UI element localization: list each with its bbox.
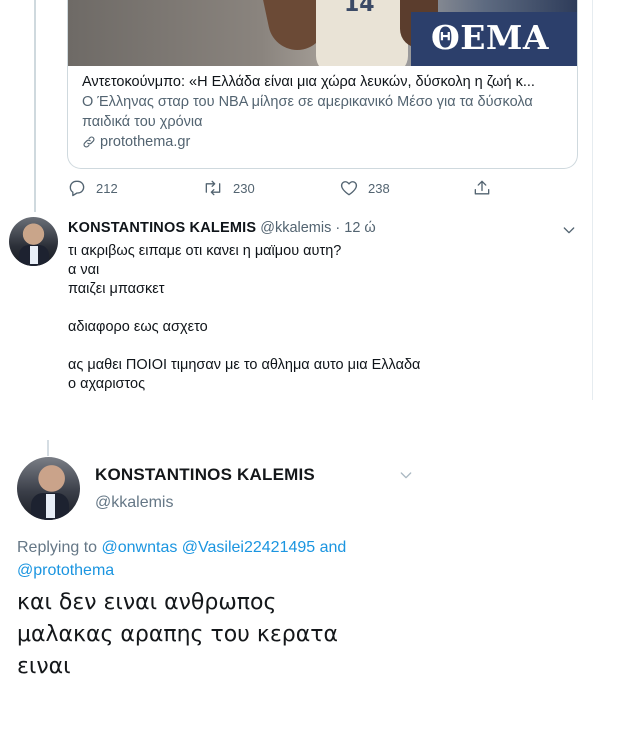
tweet-line: μαλακας αραπης του κερατα: [17, 622, 338, 647]
timeline-border: [592, 0, 593, 400]
more-menu-button[interactable]: [398, 467, 414, 488]
mention-link[interactable]: @protothema: [17, 562, 114, 579]
replying-to: Replying to @onwntas @Vasilei22421495 an…: [17, 536, 417, 582]
tweet-line: τι ακριβως ειπαμε οτι κανει η μαϊμου αυτ…: [68, 243, 342, 259]
avatar[interactable]: [9, 217, 58, 266]
retweet-button[interactable]: 230: [202, 178, 255, 198]
more-menu-button[interactable]: [561, 222, 577, 243]
thread-line: [47, 440, 49, 456]
mention-link[interactable]: @Vasilei22421495: [182, 539, 315, 556]
tweet-header: KONSTANTINOS KALEMIS @kkalemis · 12 ώ: [68, 220, 376, 236]
share-icon: [474, 180, 490, 195]
card-text[interactable]: Αντετοκούνμπο: «Η Ελλάδα είναι μια χώρα …: [82, 72, 566, 152]
replying-prefix: Replying to: [17, 539, 102, 556]
tweet-line: αδιαφορο εως ασχετο: [68, 319, 208, 335]
like-button[interactable]: 238: [339, 178, 390, 198]
display-name[interactable]: KONSTANTINOS KALEMIS: [68, 220, 256, 236]
source-logo: ΘΕΜΑ: [411, 12, 577, 66]
tweet-line: παιζει μπασκετ: [68, 281, 165, 297]
mobile-tweet-section: KONSTANTINOS KALEMIS @kkalemis Replying …: [0, 400, 631, 755]
tweet-actions: 212 230 238: [67, 178, 507, 200]
card-image[interactable]: 14 ΘΕΜΑ: [68, 0, 577, 66]
retweet-icon: [205, 180, 221, 196]
link-preview-card[interactable]: 14 ΘΕΜΑ Αντετοκούνμπο: «Η Ελλάδα είναι μ…: [67, 0, 578, 169]
player-jersey: 14: [316, 0, 408, 66]
chevron-down-icon: [563, 227, 575, 234]
source-logo-text: ΘΕΜΑ: [431, 18, 550, 57]
card-domain: protothema.gr: [100, 134, 191, 150]
like-icon: [340, 181, 358, 196]
tweet-line: ειναι: [17, 654, 71, 679]
avatar-shirt: [30, 246, 38, 264]
display-name[interactable]: KONSTANTINOS KALEMIS: [95, 465, 315, 485]
like-count: 238: [368, 180, 390, 196]
and-word: and: [315, 539, 347, 556]
card-title[interactable]: Αντετοκούνμπο: «Η Ελλάδα είναι μια χώρα …: [82, 72, 562, 92]
jersey-number: 14: [344, 0, 375, 17]
mention-link[interactable]: @onwntas: [102, 539, 178, 556]
link-icon: [83, 136, 95, 148]
meta-separator: ·: [335, 220, 341, 236]
tweet-line: α ναι: [68, 262, 100, 278]
avatar[interactable]: [17, 457, 80, 520]
timestamp[interactable]: 12 ώ: [344, 220, 375, 236]
avatar-shirt: [46, 494, 55, 518]
tweet-line: ο αχαριστος: [68, 376, 146, 392]
tweet-text: και δεν ειναι ανθρωπος μαλακας αραπης το…: [17, 587, 338, 683]
chevron-down-icon: [400, 472, 412, 479]
thread-line: [34, 0, 36, 212]
reply-button[interactable]: 212: [67, 178, 118, 198]
handle[interactable]: @kkalemis: [95, 494, 173, 512]
desktop-tweet-section: 14 ΘΕΜΑ Αντετοκούνμπο: «Η Ελλάδα είναι μ…: [0, 0, 631, 400]
card-link[interactable]: protothema.gr: [82, 132, 566, 152]
card-description-line2: παιδικά του χρόνια: [82, 114, 203, 130]
tweet-line: ας μαθει ΠΟΙΟΙ τιμησαν με το αθλημα αυτο…: [68, 357, 421, 373]
tweet-line: και δεν ειναι ανθρωπος: [17, 590, 277, 615]
retweet-count: 230: [233, 180, 255, 196]
reply-icon: [69, 180, 85, 197]
reply-count: 212: [96, 180, 118, 196]
tweet-text: τι ακριβως ειπαμε οτι κανει η μαϊμου αυτ…: [68, 242, 420, 394]
handle[interactable]: @kkalemis: [260, 220, 331, 236]
share-button[interactable]: [472, 178, 492, 198]
card-description-line1: Ο Έλληνας σταρ του NBA μίλησε σε αμερικα…: [82, 94, 533, 110]
